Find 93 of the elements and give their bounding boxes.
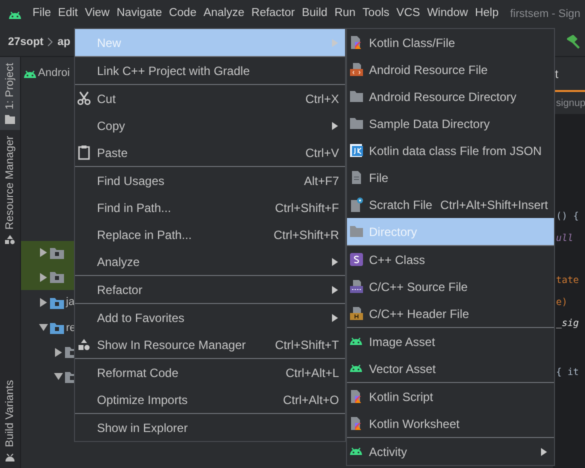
menu-item[interactable]: View xyxy=(81,5,114,23)
collapsed-arrow-icon[interactable] xyxy=(54,348,63,357)
menu-item[interactable]: Run xyxy=(330,5,360,23)
window-title: firstsem - Sign xyxy=(510,6,580,22)
menu-item[interactable]: Sample Data Directory xyxy=(347,110,554,137)
menu-item[interactable]: C/C++ Source File xyxy=(347,273,554,300)
menu-item[interactable]: Paste Ctrl+V xyxy=(75,139,345,166)
clipboard-icon xyxy=(76,145,92,160)
code-line: e) xyxy=(556,296,568,310)
menu-item[interactable]: C/C++ Header File xyxy=(347,300,554,327)
expanded-arrow-icon[interactable] xyxy=(39,323,48,332)
menu-item[interactable]: Help xyxy=(471,5,502,23)
menu-item[interactable]: Refactor xyxy=(248,5,298,23)
menu-item[interactable]: Show In Resource Manager Ctrl+Shift+T xyxy=(75,331,345,358)
menu-item[interactable]: Kotlin Worksheet xyxy=(347,410,554,437)
shortcut-label: Ctrl+Alt+Shift+Insert xyxy=(440,196,548,214)
code-line: () { xyxy=(556,210,580,224)
breadcrumb-item[interactable]: 27sopt xyxy=(8,34,44,50)
header-file-icon xyxy=(348,306,364,321)
code-line: { it xyxy=(556,366,580,380)
menu-item[interactable]: Build xyxy=(298,5,331,23)
scratch-file-icon xyxy=(348,197,364,212)
code-line: _sig xyxy=(556,317,580,331)
json-file-icon xyxy=(348,143,364,158)
menu-item[interactable]: C++ Class xyxy=(347,246,554,273)
menu-item[interactable]: Add to Favorites xyxy=(75,304,345,331)
class-badge-icon xyxy=(348,252,364,267)
menu-item[interactable]: Android Resource File xyxy=(347,56,554,83)
scissors-icon xyxy=(76,91,92,106)
menu-item[interactable]: Cut Ctrl+X xyxy=(75,85,345,112)
folder-icon xyxy=(50,322,64,334)
shortcut-label: Ctrl+X xyxy=(305,90,339,108)
collapsed-arrow-icon[interactable] xyxy=(39,298,48,307)
shortcut-label: Ctrl+Shift+F xyxy=(274,200,339,216)
hammer-icon xyxy=(567,35,581,49)
folder-icon xyxy=(50,271,64,284)
folder-icon xyxy=(50,246,64,259)
menu-item[interactable]: Show in Explorer xyxy=(75,414,345,441)
menu-item[interactable]: Navigate xyxy=(113,5,166,23)
menu-item[interactable]: Find Usages Alt+F7 xyxy=(75,167,345,194)
code-line: ull xyxy=(556,232,574,246)
menu-item[interactable]: Refactor xyxy=(75,276,345,303)
file-path: signup xyxy=(555,96,585,110)
shapes-icon xyxy=(76,337,92,352)
breadcrumb-item[interactable]: ap xyxy=(57,34,70,50)
editor-tab[interactable]: t xyxy=(553,64,558,82)
side-tab[interactable]: Resource Manager xyxy=(0,130,20,252)
menu-item[interactable]: Kotlin Script xyxy=(347,383,554,410)
folder-icon xyxy=(348,89,364,104)
menu-item[interactable]: Edit xyxy=(54,5,82,23)
menu-item[interactable]: VCS xyxy=(392,5,424,23)
menu-item[interactable]: Find in Path... Ctrl+Shift+F xyxy=(75,194,345,221)
menu-item[interactable]: Activity xyxy=(347,438,554,465)
source-file-icon xyxy=(348,279,364,294)
shortcut-label: Ctrl+Shift+R xyxy=(274,226,339,244)
menu-item[interactable]: Analyze xyxy=(200,5,248,23)
folder-icon xyxy=(348,116,364,131)
kotlin-file-icon xyxy=(348,35,364,50)
resource-file-icon xyxy=(348,62,364,77)
shortcut-label: Ctrl+Shift+T xyxy=(274,336,339,354)
folder-icon xyxy=(50,296,64,308)
menu-item[interactable]: Kotlin Class/File xyxy=(347,29,554,56)
menu-item[interactable]: File xyxy=(29,5,55,23)
menu-item[interactable]: Link C++ Project with Gradle xyxy=(75,57,345,84)
tree-item-label[interactable]: Androi xyxy=(38,65,70,82)
menu-item[interactable]: Reformat Code Ctrl+Alt+L xyxy=(75,359,345,386)
side-tab[interactable]: 1: Project xyxy=(0,57,20,130)
menu-item[interactable]: Analyze xyxy=(75,248,345,275)
menu-item[interactable]: File xyxy=(347,164,554,191)
chevron-icon xyxy=(47,37,54,47)
menu-item[interactable]: Vector Asset xyxy=(347,355,554,382)
menu-item[interactable]: Android Resource Directory xyxy=(347,83,554,110)
menu-item[interactable]: Replace in Path... Ctrl+Shift+R xyxy=(75,221,345,248)
shortcut-label: Ctrl+Alt+L xyxy=(286,364,339,382)
shortcut-label: Ctrl+Alt+O xyxy=(282,392,339,408)
menu-item[interactable]: Code xyxy=(165,5,200,23)
side-tab[interactable]: Build Variants xyxy=(0,374,20,468)
tree-item-label[interactable]: ja xyxy=(66,294,75,311)
code-line: tate xyxy=(556,274,580,288)
menu-item[interactable]: Image Asset xyxy=(347,328,554,355)
shortcut-label: Alt+F7 xyxy=(304,172,339,190)
menu-item[interactable]: Kotlin data class File from JSON xyxy=(347,137,554,164)
kotlin-file-icon xyxy=(348,389,364,404)
collapsed-arrow-icon[interactable] xyxy=(39,248,48,258)
menu-item[interactable]: Optimize Imports Ctrl+Alt+O xyxy=(75,386,345,413)
kotlin-file-icon xyxy=(348,416,364,431)
collapsed-arrow-icon[interactable] xyxy=(39,272,48,282)
menu-item[interactable]: Tools xyxy=(359,5,393,23)
menu-item[interactable]: Scratch File Ctrl+Alt+Shift+Insert xyxy=(347,191,554,218)
menu-item[interactable]: Window xyxy=(424,5,472,23)
expanded-arrow-icon[interactable] xyxy=(54,372,63,382)
shortcut-label: Ctrl+V xyxy=(305,144,339,162)
menu-item[interactable]: Copy xyxy=(75,112,345,139)
